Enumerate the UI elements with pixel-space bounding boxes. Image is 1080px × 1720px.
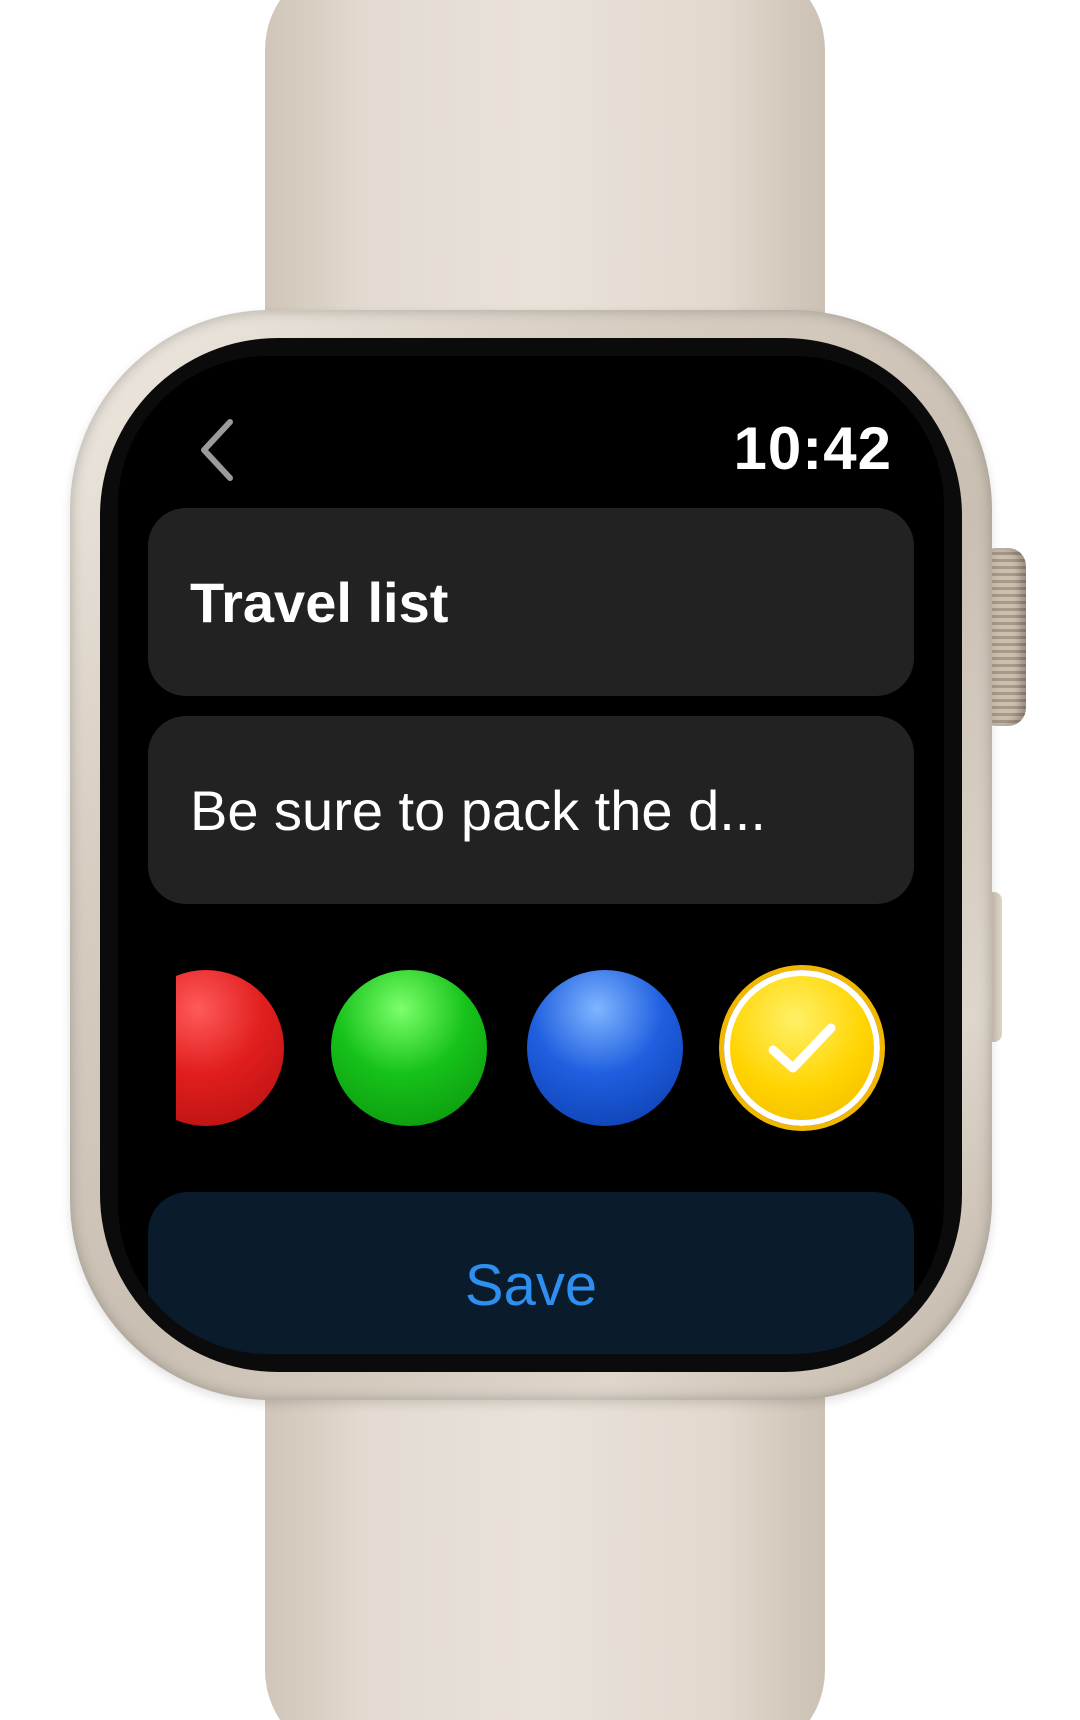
color-swatch-blue[interactable]: [527, 970, 683, 1126]
checkmark-icon: [768, 1023, 836, 1073]
title-field[interactable]: Travel list: [148, 508, 914, 696]
save-button-label: Save: [464, 1253, 598, 1318]
status-time: 10:42: [733, 415, 892, 482]
note-field[interactable]: Be sure to pack the d...: [148, 716, 914, 904]
color-swatch-yellow[interactable]: [724, 970, 880, 1126]
note-field-value: Be sure to pack the d...: [190, 778, 766, 842]
watch-screen: 10:42 Travel list Be sure to pack the d.…: [118, 356, 944, 1354]
color-picker: [176, 964, 896, 1134]
save-button[interactable]: Save: [148, 1192, 914, 1354]
color-swatch-green[interactable]: [331, 970, 487, 1126]
watch-frame: 10:42 Travel list Be sure to pack the d.…: [0, 0, 1080, 1720]
title-field-value: Travel list: [190, 570, 449, 634]
back-button[interactable]: [186, 414, 246, 486]
color-swatch-red[interactable]: [176, 970, 284, 1126]
chevron-left-icon: [201, 419, 233, 481]
